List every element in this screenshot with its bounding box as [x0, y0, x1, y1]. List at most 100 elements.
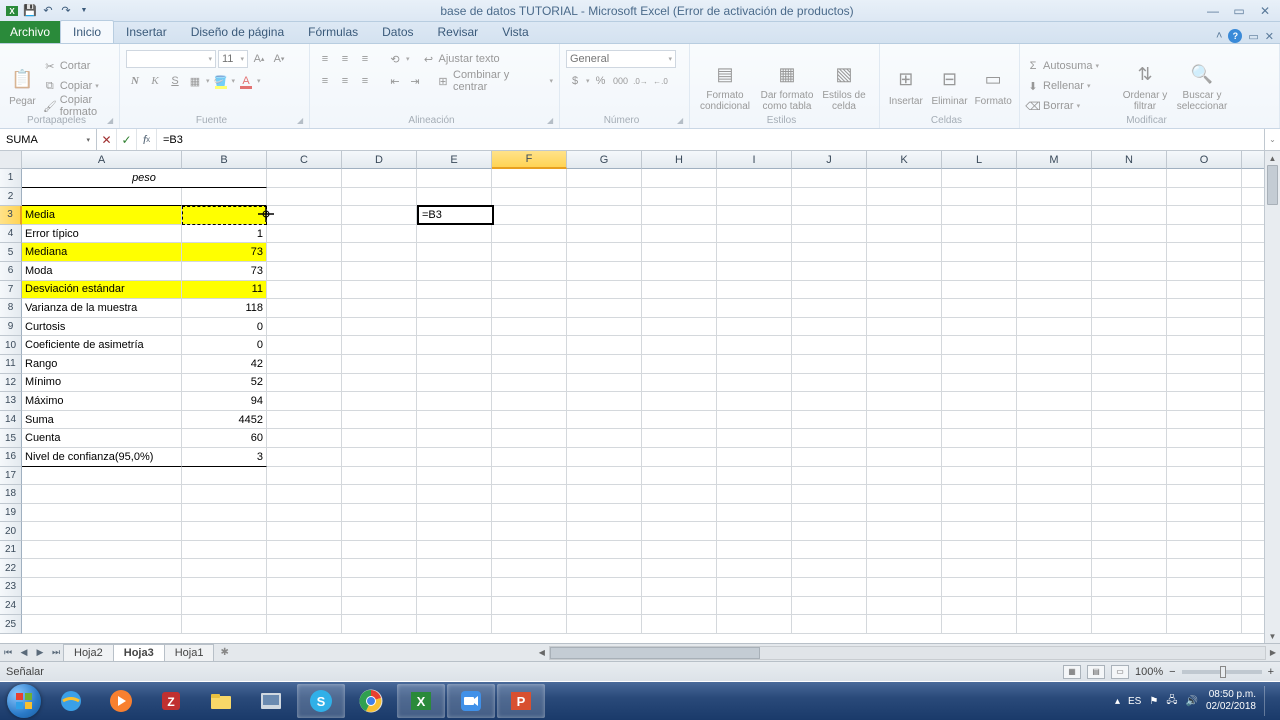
cell[interactable] — [942, 485, 1017, 504]
format-cells-button[interactable]: ▭Formato — [973, 46, 1013, 126]
cell[interactable] — [942, 504, 1017, 523]
cell[interactable] — [792, 615, 867, 634]
cell[interactable] — [642, 169, 717, 188]
cell[interactable] — [182, 615, 267, 634]
tab-diseno[interactable]: Diseño de página — [179, 21, 296, 43]
cell[interactable] — [867, 281, 942, 300]
cell[interactable]: 118 — [182, 299, 267, 318]
cell[interactable] — [717, 299, 792, 318]
scroll-up-icon[interactable]: ▲ — [1265, 151, 1280, 165]
row-header[interactable]: 5 — [0, 243, 22, 262]
taskbar-media-icon[interactable] — [97, 684, 145, 718]
cell[interactable] — [182, 467, 267, 486]
cell[interactable] — [492, 559, 567, 578]
taskbar-excel-icon[interactable]: X — [397, 684, 445, 718]
cell[interactable] — [267, 485, 342, 504]
cell[interactable] — [417, 169, 492, 188]
cell[interactable] — [267, 225, 342, 244]
cell[interactable] — [567, 392, 642, 411]
decrease-font-icon[interactable]: A▾ — [270, 50, 288, 68]
cell[interactable] — [717, 336, 792, 355]
increase-indent-icon[interactable]: ⇥ — [406, 72, 424, 90]
cell[interactable] — [642, 206, 717, 225]
cell[interactable] — [1092, 485, 1167, 504]
column-header[interactable]: F — [492, 151, 567, 169]
sheet-tab-hoja2[interactable]: Hoja2 — [63, 644, 114, 661]
zoom-slider[interactable] — [1182, 670, 1262, 674]
save-icon[interactable]: 💾 — [22, 3, 38, 19]
cell[interactable] — [717, 504, 792, 523]
cell[interactable] — [492, 188, 567, 207]
cell[interactable] — [942, 392, 1017, 411]
tab-datos[interactable]: Datos — [370, 21, 425, 43]
cell[interactable] — [717, 467, 792, 486]
cell[interactable] — [942, 467, 1017, 486]
cells-area[interactable]: pesoMediaError típico1Mediana73Moda73Des… — [22, 169, 1280, 634]
cell[interactable] — [492, 355, 567, 374]
cell[interactable] — [1092, 541, 1167, 560]
cell[interactable] — [267, 206, 342, 225]
cell[interactable] — [1017, 374, 1092, 393]
cell[interactable] — [1017, 559, 1092, 578]
cell[interactable] — [792, 411, 867, 430]
italic-button[interactable]: K — [146, 72, 164, 90]
cell[interactable] — [1092, 578, 1167, 597]
format-as-table-button[interactable]: ▦Dar formato como tabla — [758, 46, 816, 126]
cell[interactable] — [567, 225, 642, 244]
cell[interactable] — [717, 578, 792, 597]
cell[interactable] — [417, 597, 492, 616]
cell[interactable] — [792, 559, 867, 578]
format-painter-button[interactable]: 🖌Copiar formato — [43, 97, 113, 115]
taskbar-powerpoint-icon[interactable]: P — [497, 684, 545, 718]
cell[interactable]: 52 — [182, 374, 267, 393]
horizontal-scrollbar[interactable]: ◀ ▶ — [535, 645, 1280, 661]
cell[interactable] — [342, 243, 417, 262]
cell[interactable] — [567, 448, 642, 467]
zoom-level[interactable]: 100% — [1135, 666, 1163, 678]
cell[interactable] — [942, 281, 1017, 300]
cell[interactable] — [1092, 522, 1167, 541]
cell[interactable] — [267, 597, 342, 616]
row-header[interactable]: 24 — [0, 597, 22, 616]
tab-revisar[interactable]: Revisar — [426, 21, 491, 43]
row-header[interactable]: 23 — [0, 578, 22, 597]
vertical-scrollbar[interactable]: ▲ ▼ — [1264, 151, 1280, 643]
cell[interactable] — [792, 578, 867, 597]
cell[interactable]: 11 — [182, 281, 267, 300]
sheet-prev-icon[interactable]: ◀ — [16, 645, 32, 661]
cell[interactable] — [567, 559, 642, 578]
wrap-text-button[interactable]: ↩Ajustar texto — [422, 50, 500, 68]
cell[interactable]: 60 — [182, 429, 267, 448]
cell[interactable] — [342, 467, 417, 486]
cell[interactable] — [342, 206, 417, 225]
underline-button[interactable]: S — [166, 72, 184, 90]
cell[interactable] — [342, 541, 417, 560]
cell[interactable] — [342, 392, 417, 411]
cell[interactable] — [1017, 336, 1092, 355]
cell[interactable] — [642, 559, 717, 578]
cell[interactable] — [1017, 225, 1092, 244]
cell[interactable] — [717, 485, 792, 504]
cell[interactable] — [1167, 597, 1242, 616]
cell[interactable] — [867, 262, 942, 281]
column-header[interactable]: L — [942, 151, 1017, 169]
cell[interactable] — [942, 411, 1017, 430]
row-header[interactable]: 10 — [0, 336, 22, 355]
cell-styles-button[interactable]: ▧Estilos de celda — [820, 46, 868, 126]
cell[interactable] — [792, 188, 867, 207]
cell[interactable] — [1092, 559, 1167, 578]
cell[interactable] — [717, 559, 792, 578]
cell[interactable] — [717, 281, 792, 300]
cell[interactable] — [417, 467, 492, 486]
cell[interactable] — [342, 374, 417, 393]
row-header[interactable]: 17 — [0, 467, 22, 486]
cell[interactable] — [417, 225, 492, 244]
cell[interactable] — [867, 225, 942, 244]
cell[interactable] — [717, 243, 792, 262]
cell[interactable] — [567, 411, 642, 430]
cell[interactable] — [267, 541, 342, 560]
row-header[interactable]: 7 — [0, 281, 22, 300]
cell[interactable] — [792, 541, 867, 560]
row-header[interactable]: 6 — [0, 262, 22, 281]
cell[interactable] — [642, 262, 717, 281]
